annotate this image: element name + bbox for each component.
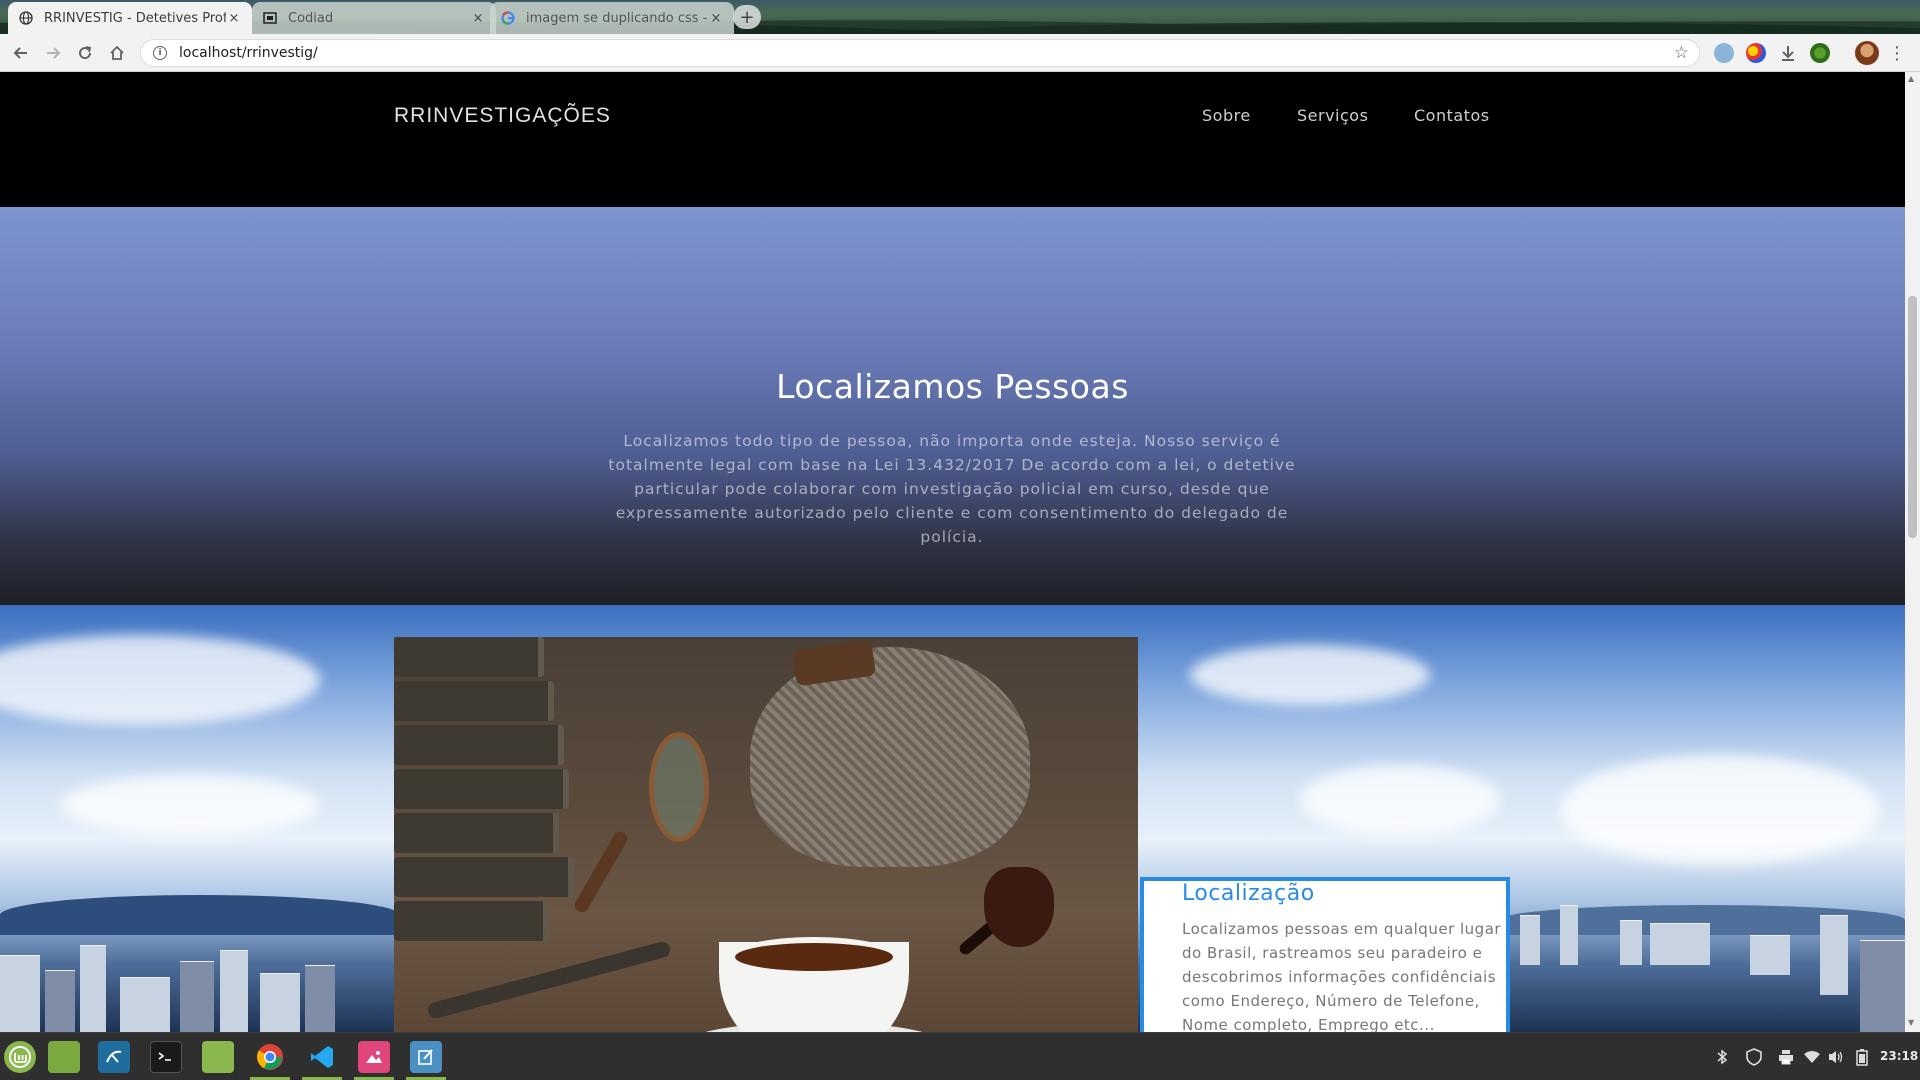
printer-icon[interactable]	[1776, 1047, 1796, 1067]
page-viewport: RRINVESTIGAÇÕES Sobre Serviços Contatos …	[0, 72, 1905, 1032]
menu-dots-icon[interactable]: ⋮	[1884, 40, 1910, 66]
profile-avatar[interactable]	[1855, 41, 1879, 65]
bookmark-star-icon[interactable]: ☆	[1674, 43, 1689, 63]
forward-arrow-icon[interactable]	[40, 40, 66, 66]
extension-green-icon[interactable]	[1810, 43, 1830, 63]
codiad-icon	[262, 10, 278, 26]
tab-google-search[interactable]: imagem se duplicando css - G ×	[490, 2, 734, 34]
tab-codiad[interactable]: Codiad ×	[252, 2, 496, 34]
chrome-icon[interactable]	[254, 1041, 286, 1073]
browser-toolbar: i localhost/rrinvestig/ ☆ ⋮	[0, 34, 1920, 72]
globe-icon	[18, 10, 34, 26]
service-card-localizacao: Localização Localizamos pessoas em qualq…	[1140, 877, 1510, 1032]
close-tab-icon[interactable]: ×	[708, 11, 724, 26]
site-brand[interactable]: RRINVESTIGAÇÕES	[394, 104, 611, 128]
page-scrollbar[interactable]: ▲ ▼	[1905, 72, 1920, 1032]
download-icon[interactable]	[1778, 43, 1798, 63]
terminal-icon[interactable]	[150, 1041, 182, 1073]
google-icon	[500, 10, 516, 26]
mint-menu-icon[interactable]	[4, 1041, 36, 1073]
hero-section: Localizamos Pessoas Localizamos todo tip…	[0, 207, 1905, 605]
address-bar[interactable]: i localhost/rrinvestig/ ☆	[140, 39, 1700, 67]
scrollbar-thumb[interactable]	[1908, 296, 1917, 538]
tab-title: Codiad	[288, 10, 334, 26]
nav-link-sobre[interactable]: Sobre	[1202, 106, 1251, 125]
hero-description: Localizamos todo tipo de pessoa, não imp…	[608, 432, 1296, 546]
detective-photo	[394, 637, 1138, 1032]
extension-arrow-icon[interactable]	[1714, 43, 1734, 63]
nav-link-contatos[interactable]: Contatos	[1414, 106, 1490, 125]
nav-link-servicos[interactable]: Serviços	[1297, 106, 1368, 125]
back-arrow-icon[interactable]	[8, 40, 34, 66]
service-card-text: Localizamos pessoas em qualquer lugar do…	[1182, 920, 1502, 1032]
site-navbar: RRINVESTIGAÇÕES Sobre Serviços Contatos	[0, 72, 1905, 207]
new-tab-button[interactable]: +	[733, 5, 761, 29]
browser-tab-strip: RRINVESTIG - Detetives Profis × Codiad ×…	[0, 0, 1920, 34]
close-tab-icon[interactable]: ×	[226, 11, 242, 26]
vscode-icon[interactable]	[306, 1041, 338, 1073]
folder-icon[interactable]	[202, 1041, 234, 1073]
mysql-workbench-icon[interactable]	[98, 1041, 130, 1073]
bluetooth-icon[interactable]	[1712, 1047, 1732, 1067]
files-icon[interactable]	[48, 1041, 80, 1073]
scroll-up-icon[interactable]: ▲	[1908, 74, 1914, 83]
scroll-down-icon[interactable]: ▼	[1908, 1018, 1914, 1027]
url-text: localhost/rrinvestig/	[179, 45, 318, 61]
volume-icon[interactable]	[1826, 1047, 1846, 1067]
tab-title: RRINVESTIG - Detetives Profis	[44, 10, 226, 26]
site-info-icon[interactable]: i	[153, 46, 167, 60]
home-icon[interactable]	[104, 40, 130, 66]
hero-title: Localizamos Pessoas	[776, 367, 1129, 406]
extension-colors-icon[interactable]	[1746, 43, 1766, 63]
shield-icon[interactable]	[1744, 1047, 1764, 1067]
image-viewer-icon[interactable]	[358, 1041, 390, 1073]
close-tab-icon[interactable]: ×	[470, 11, 486, 26]
clock[interactable]: 23:18	[1880, 1049, 1918, 1063]
battery-icon[interactable]	[1852, 1047, 1872, 1067]
desktop-taskbar: 23:18	[0, 1032, 1920, 1080]
tab-rrinvestig[interactable]: RRINVESTIG - Detetives Profis ×	[8, 2, 252, 34]
reload-icon[interactable]	[72, 40, 98, 66]
city-skyline-background: Localização Localizamos pessoas em qualq…	[0, 605, 1905, 1032]
wifi-icon[interactable]	[1802, 1047, 1822, 1067]
service-card-title: Localização	[1182, 881, 1315, 906]
tab-title: imagem se duplicando css - G	[526, 10, 708, 26]
text-editor-icon[interactable]	[410, 1041, 442, 1073]
